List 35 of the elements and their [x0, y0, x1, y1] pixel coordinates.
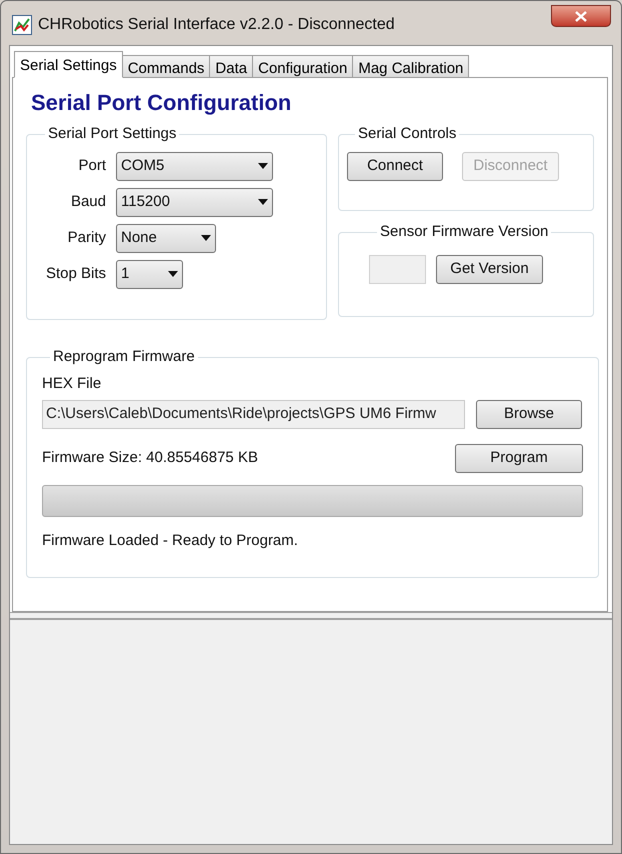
field-label: Port — [77, 156, 106, 176]
app-chart-icon — [12, 15, 32, 35]
dropdown[interactable]: 1 — [116, 260, 183, 288]
window-title: CHRobotics Serial Interface v2.2.0 - Disconnected — [38, 15, 395, 35]
close-icon — [575, 10, 587, 22]
program-button[interactable]: Program — [455, 444, 583, 473]
group-title: Serial Port Settings — [47, 124, 178, 144]
tab[interactable]: Serial Settings — [14, 51, 123, 78]
firmware-size-text: Firmware Size: 40.85546875 KB — [42, 448, 258, 468]
connect-button[interactable]: Connect — [347, 152, 443, 180]
hex-file-label: HEX File — [42, 374, 102, 394]
browse-button[interactable]: Browse — [476, 400, 582, 429]
group-title: Reprogram Firmware — [52, 347, 196, 367]
get-version-button[interactable]: Get Version — [436, 254, 543, 284]
version-field[interactable] — [369, 254, 426, 284]
close-button[interactable] — [551, 5, 611, 27]
dropdown[interactable]: None — [116, 224, 216, 252]
tab[interactable]: Configuration — [252, 55, 354, 78]
tab[interactable]: Mag Calibration — [352, 55, 470, 78]
group-title: Serial Controls — [357, 124, 458, 144]
tab[interactable]: Commands — [122, 55, 210, 78]
caret-icon — [201, 235, 211, 241]
hex-file-field[interactable]: C:\Users\Caleb\Documents\Ride\projects\GPS UM6 Firmw — [42, 400, 465, 429]
field-label: Parity — [66, 228, 106, 248]
caret-icon — [168, 271, 178, 277]
field-label: Stop Bits — [44, 264, 106, 284]
field-label: Baud — [70, 192, 106, 212]
dropdown[interactable]: COM5 — [116, 152, 273, 180]
dropdown[interactable]: 115200 — [116, 188, 273, 216]
page-heading: Serial Port Configuration — [30, 89, 292, 117]
tab[interactable]: Data — [209, 55, 254, 78]
caret-icon — [258, 163, 268, 169]
group-title: Sensor Firmware Version — [379, 222, 550, 242]
caret-icon — [258, 199, 268, 205]
status-text: Firmware Loaded - Ready to Program. — [42, 531, 299, 551]
